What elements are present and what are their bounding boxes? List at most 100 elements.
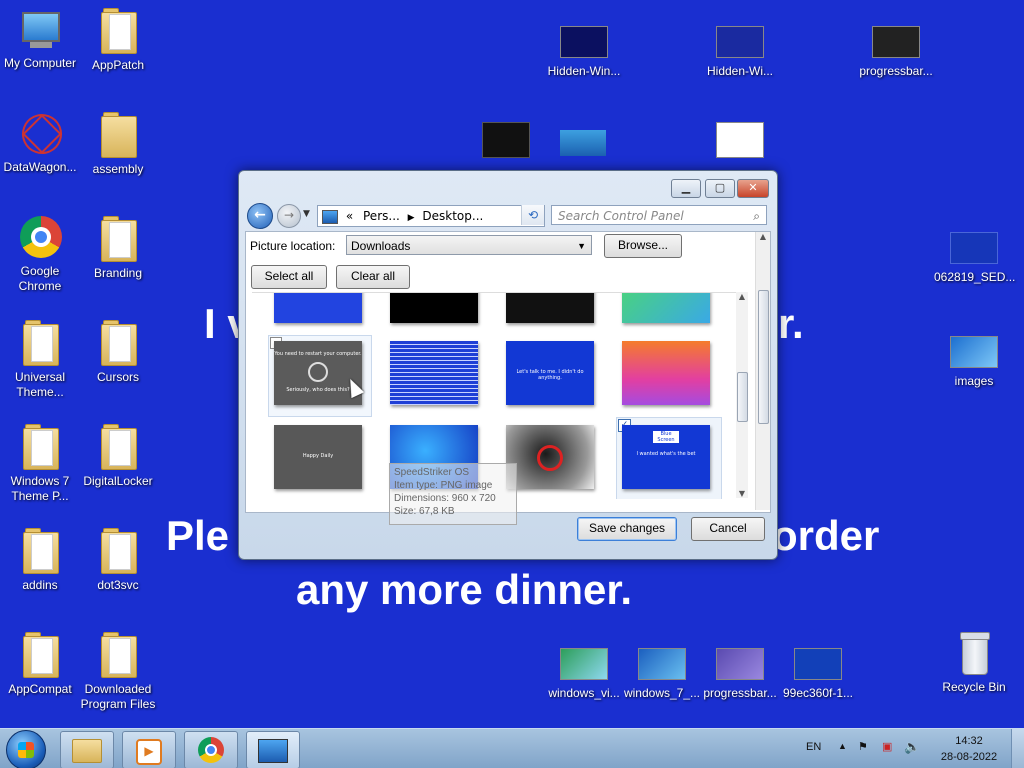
desktop-icon-label: Google Chrome <box>18 264 62 293</box>
image-thumbnail-icon <box>716 26 764 58</box>
recent-pages-dropdown[interactable]: ▼ <box>303 209 310 219</box>
picture-tile[interactable]: Blue Screen I wanted what's the bet <box>622 425 710 489</box>
tile-caption: I wanted what's the bet <box>636 451 696 457</box>
desktop-icon-google-chrome[interactable]: Google Chrome <box>0 214 80 294</box>
picture-tile[interactable] <box>506 293 594 323</box>
desktop-icon-windows-vi[interactable]: windows_vi... <box>544 634 624 701</box>
desktop-icon-progressbar-2[interactable]: progressbar... <box>700 634 780 701</box>
desktop-thumb-hidden-c[interactable] <box>716 122 764 158</box>
dialog-content-pane: Picture location: Downloads ▼ Browse... … <box>245 231 771 525</box>
breadcrumb-desktop-background[interactable]: Desktop... <box>422 209 483 223</box>
network-icon[interactable]: ▣ <box>882 740 892 753</box>
folder-icon <box>101 632 137 678</box>
desktop-thumb-hidden-a[interactable] <box>482 122 530 158</box>
desktop-icon-downloaded-program-files[interactable]: Downloaded Program Files <box>78 630 158 712</box>
search-icon[interactable]: ⌕ <box>753 206 760 226</box>
desktop-icon-99ec360f[interactable]: 99ec360f-1... <box>778 634 858 701</box>
taskbar-explorer-button[interactable] <box>60 731 114 768</box>
select-all-button[interactable]: Select all <box>251 265 327 289</box>
desktop-icon-windows7-theme[interactable]: Windows 7 Theme P... <box>0 422 80 504</box>
desktop-icon-label: Universal Theme... <box>14 370 65 399</box>
image-thumbnail-icon <box>638 648 686 680</box>
folder-icon <box>23 424 59 470</box>
picture-tile[interactable]: Let's talk to me. I didn't do anything. <box>506 341 594 405</box>
outer-scrollbar[interactable]: ▲ <box>755 232 770 510</box>
picture-tile[interactable]: Happy Daily <box>274 425 362 489</box>
maximize-button[interactable]: ▢ <box>705 179 735 198</box>
image-thumbnail-icon <box>716 648 764 680</box>
start-button[interactable] <box>6 730 46 768</box>
show-desktop-button[interactable] <box>1011 729 1024 768</box>
taskbar-chrome-button[interactable] <box>184 731 238 768</box>
clock[interactable]: 14:32 28-08-2022 <box>930 733 1008 765</box>
language-indicator[interactable]: EN <box>806 741 821 753</box>
desktop-icon-windows-7[interactable]: windows_7_... <box>622 634 702 701</box>
desktop-icon-label: Windows 7 Theme P... <box>10 474 70 503</box>
desktop-icon-appcompat[interactable]: AppCompat <box>0 630 80 697</box>
desktop-icon-062819[interactable]: 062819_SED... <box>934 218 1016 285</box>
outer-scrollbar-thumb[interactable] <box>758 290 769 424</box>
close-button[interactable]: ✕ <box>737 179 769 198</box>
picture-tile[interactable] <box>622 341 710 405</box>
breadcrumb-separator-icon[interactable]: ▶ <box>408 213 415 223</box>
desktop-icon-hidden-win-2[interactable]: Hidden-Wi... <box>700 14 780 79</box>
desktop-icon-label: AppCompat <box>8 682 72 696</box>
scroll-up-icon[interactable]: ▲ <box>736 292 748 301</box>
desktop-icon-hidden-win-1[interactable]: Hidden-Win... <box>544 14 624 79</box>
refresh-icon: ⟲ <box>527 208 539 222</box>
folder-icon <box>23 632 59 678</box>
forward-button[interactable]: → <box>277 204 301 228</box>
desktop-icon-apppatch[interactable]: AppPatch <box>78 6 158 73</box>
scroll-down-icon[interactable]: ▼ <box>736 489 748 498</box>
desktop-icon-recycle-bin[interactable]: Recycle Bin <box>934 630 1014 695</box>
desktop-icon-label: dot3svc <box>97 578 139 592</box>
back-button[interactable]: ← <box>247 203 273 229</box>
picture-tile[interactable] <box>274 293 362 323</box>
picture-tile[interactable] <box>390 293 478 323</box>
desktop-icon-universal-theme[interactable]: Universal Theme... <box>0 318 80 400</box>
desktop-icon-datawagon[interactable]: DataWagon... <box>0 108 80 175</box>
volume-icon[interactable]: 🔈 <box>904 739 920 755</box>
picture-tile[interactable]: You need to restart your computer. Serio… <box>274 341 362 405</box>
minimize-button[interactable]: ▁ <box>671 179 701 198</box>
action-center-icon[interactable]: ⚑ <box>858 740 868 753</box>
browse-button[interactable]: Browse... <box>604 234 682 258</box>
desktop-icon-digitallocker[interactable]: DigitalLocker <box>78 422 158 489</box>
desktop-icon-progressbar-1[interactable]: progressbar... <box>856 14 936 79</box>
show-hidden-icons-button[interactable]: ▲ <box>838 741 847 751</box>
desktop-icon-cursors[interactable]: Cursors <box>78 318 158 385</box>
inner-scrollbar[interactable]: ▲ ▼ <box>736 292 748 498</box>
desktop-icon-addins[interactable]: addins <box>0 526 80 593</box>
desktop-icon-dot3svc[interactable]: dot3svc <box>78 526 158 593</box>
search-input[interactable]: Search Control Panel <box>558 209 684 223</box>
taskbar-control-panel-button[interactable] <box>246 731 300 768</box>
desktop-icon-label: progressbar... <box>703 686 777 700</box>
image-thumbnail-icon <box>872 26 920 58</box>
close-icon: ✕ <box>748 181 758 194</box>
picture-tile[interactable] <box>390 341 478 405</box>
desktop-icon-images[interactable]: images <box>934 322 1014 389</box>
scroll-up-icon[interactable]: ▲ <box>756 232 770 241</box>
desktop-icon-assembly[interactable]: assembly <box>78 110 158 177</box>
desktop-icon-branding[interactable]: Branding <box>78 214 158 281</box>
address-bar[interactable]: « Pers... ▶ Desktop... ▼ <box>317 205 545 227</box>
desktop-icon-label: Downloaded Program Files <box>80 682 156 711</box>
cancel-button[interactable]: Cancel <box>691 517 765 541</box>
inner-scrollbar-thumb[interactable] <box>737 372 748 422</box>
save-changes-button[interactable]: Save changes <box>577 517 677 541</box>
picture-tile[interactable] <box>622 293 710 323</box>
desktop-icon-label: 062819_SED... <box>934 270 1016 284</box>
picture-tile[interactable] <box>506 425 594 489</box>
desktop-icon-label: Hidden-Wi... <box>706 64 774 78</box>
taskbar-media-player-button[interactable]: ▶ <box>122 731 176 768</box>
refresh-button[interactable]: ⟲ <box>521 205 544 225</box>
desktop-icon-my-computer[interactable]: My Computer <box>0 6 80 71</box>
tile-caption: Blue Screen <box>653 431 679 443</box>
clear-all-button[interactable]: Clear all <box>336 265 410 289</box>
desktop-thumb-hidden-b[interactable] <box>560 130 606 156</box>
tile-caption: Let's talk to me. I didn't do anything. <box>516 369 584 381</box>
picture-location-select[interactable]: Downloads ▼ <box>346 235 592 255</box>
breadcrumb-personalization[interactable]: Pers... <box>363 209 400 223</box>
picture-location-label: Picture location: <box>250 239 336 253</box>
search-box[interactable]: Search Control Panel ⌕ <box>551 205 767 225</box>
